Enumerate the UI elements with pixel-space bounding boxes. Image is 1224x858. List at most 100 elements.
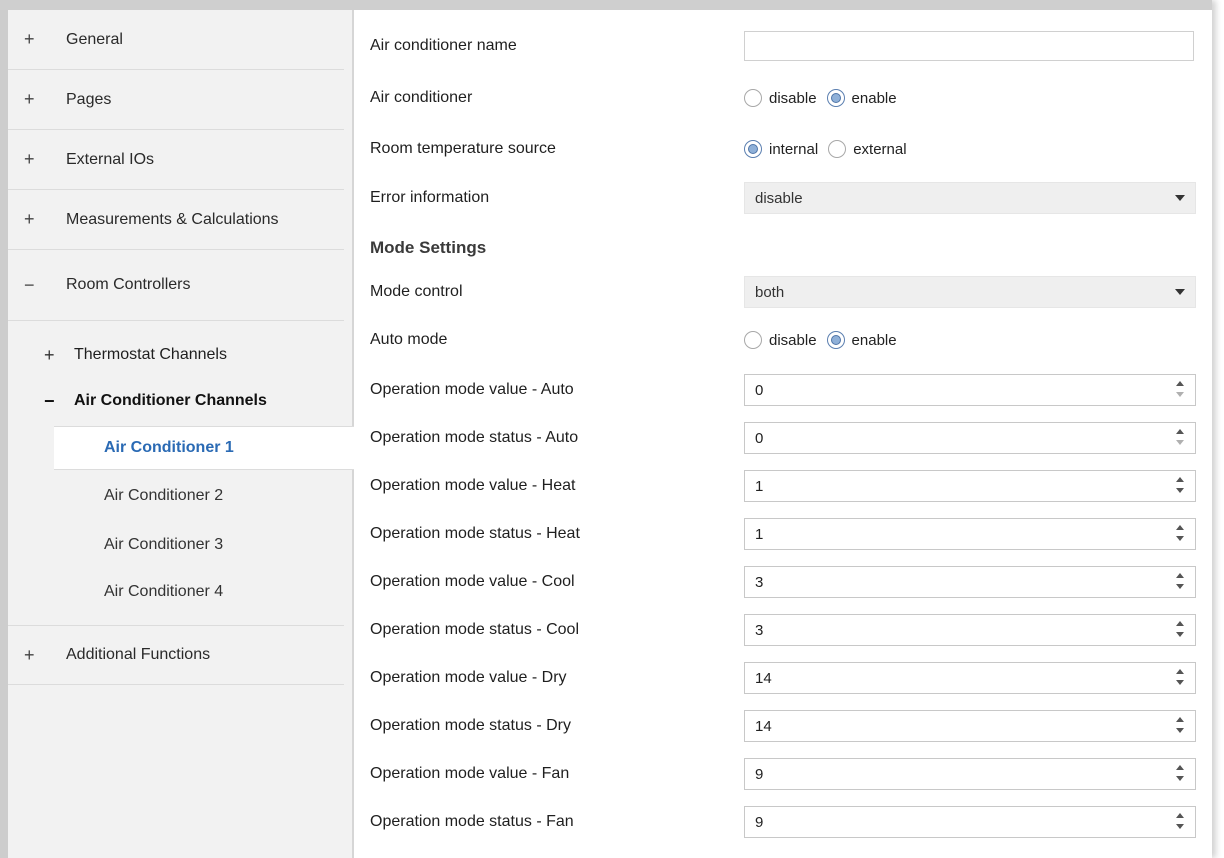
sidebar-item-label: Air Conditioner Channels: [74, 392, 267, 409]
sidebar-item-thermostat-channels[interactable]: + Thermostat Channels: [44, 340, 227, 370]
row-room-temperature-source: Room temperature source internal externa…: [370, 127, 1200, 171]
operation-mode-value-fan-spinbox[interactable]: 9: [744, 758, 1196, 790]
sidebar-item-pages[interactable]: + Pages: [8, 70, 344, 130]
mode-control-select[interactable]: both: [744, 276, 1196, 308]
sidebar-item-air-conditioner-channels[interactable]: − Air Conditioner Channels: [44, 386, 267, 416]
sidebar-item-measurements[interactable]: + Measurements & Calculations: [8, 190, 344, 250]
sidebar-item-label: External IOs: [66, 150, 155, 168]
spin-arrows-icon[interactable]: [1175, 621, 1185, 641]
radio-label: external: [853, 140, 907, 158]
operation-mode-value-cool-spinbox[interactable]: 3: [744, 566, 1196, 598]
spinbox-value: 0: [755, 429, 764, 447]
section-heading-mode-settings: Mode Settings: [370, 238, 487, 257]
radio-label: disable: [769, 331, 817, 349]
spinbox-value: 14: [755, 669, 772, 687]
air-conditioner-radio-group: disable enable: [744, 89, 907, 107]
air-conditioner-name-input[interactable]: [744, 31, 1194, 61]
radio-label: enable: [851, 331, 897, 349]
sidebar-item-label: Additional Functions: [66, 646, 211, 663]
radio-disable[interactable]: [744, 331, 762, 349]
collapse-icon: −: [44, 390, 55, 411]
expand-icon: +: [24, 149, 35, 169]
operation-mode-status-heat-spinbox[interactable]: 1: [744, 518, 1196, 550]
spin-arrows-icon[interactable]: [1175, 717, 1185, 737]
spin-arrows-icon[interactable]: [1175, 381, 1185, 401]
row-error-information: Error information disable: [370, 176, 1200, 220]
sidebar-item-label: Air Conditioner 2: [104, 487, 224, 504]
field-label: Operation mode value - Auto: [370, 381, 574, 398]
select-value: both: [755, 283, 785, 301]
spinbox-value: 1: [755, 477, 764, 495]
field-label: Air conditioner name: [370, 37, 517, 54]
spin-arrows-icon[interactable]: [1175, 477, 1185, 497]
row-mode-control: Mode control both: [370, 270, 1200, 314]
spin-arrows-icon[interactable]: [1175, 669, 1185, 689]
field-label: Mode control: [370, 283, 463, 300]
parameter-panel: Air conditioner name Air conditioner dis…: [354, 10, 1212, 858]
row-operation-mode-value-cool: Operation mode value - Cool 3: [370, 560, 1200, 604]
dropdown-arrow-icon: [1175, 195, 1185, 201]
sidebar-item-label: Room Controllers: [66, 276, 191, 293]
operation-mode-status-cool-spinbox[interactable]: 3: [744, 614, 1196, 646]
sidebar-item-air-conditioner-4[interactable]: Air Conditioner 4: [54, 570, 354, 614]
auto-mode-radio-group: disable enable: [744, 331, 907, 349]
window-top-border: [0, 0, 1212, 10]
operation-mode-status-auto-spinbox[interactable]: 0: [744, 422, 1196, 454]
operation-mode-status-dry-spinbox[interactable]: 14: [744, 710, 1196, 742]
field-label: Auto mode: [370, 331, 448, 348]
radio-enable[interactable]: [826, 331, 845, 349]
dropdown-arrow-icon: [1175, 289, 1185, 295]
spin-arrows-icon[interactable]: [1175, 765, 1185, 785]
sidebar-item-label: Air Conditioner 3: [104, 536, 224, 553]
row-operation-mode-status-heat: Operation mode status - Heat 1: [370, 512, 1200, 556]
radio-enable[interactable]: [826, 89, 845, 107]
operation-mode-value-auto-spinbox[interactable]: 0: [744, 374, 1196, 406]
field-label: Error information: [370, 189, 490, 206]
spin-arrows-icon[interactable]: [1175, 813, 1185, 833]
error-information-select[interactable]: disable: [744, 182, 1196, 214]
row-operation-mode-value-heat: Operation mode value - Heat 1: [370, 464, 1200, 508]
radio-internal[interactable]: [744, 140, 762, 158]
row-operation-mode-status-dry: Operation mode status - Dry 14: [370, 704, 1200, 748]
spin-arrows-icon[interactable]: [1175, 429, 1185, 449]
sidebar-item-label: Air Conditioner 1: [104, 439, 234, 456]
sidebar-item-external-ios[interactable]: + External IOs: [8, 130, 344, 190]
spinbox-value: 3: [755, 573, 764, 591]
spinbox-value: 14: [755, 717, 772, 735]
sidebar-item-room-controllers[interactable]: − Room Controllers: [8, 250, 344, 320]
field-label: Operation mode value - Cool: [370, 573, 575, 590]
field-label: Operation mode value - Fan: [370, 765, 570, 782]
spin-arrows-icon[interactable]: [1175, 525, 1185, 545]
spinbox-value: 9: [755, 813, 764, 831]
row-operation-mode-status-cool: Operation mode status - Cool 3: [370, 608, 1200, 652]
field-label: Operation mode status - Fan: [370, 813, 574, 830]
sidebar-item-label: Measurements & Calculations: [66, 210, 279, 228]
field-label: Air conditioner: [370, 89, 473, 106]
spin-arrows-icon[interactable]: [1175, 573, 1185, 593]
sidebar-item-air-conditioner-1[interactable]: Air Conditioner 1: [54, 426, 354, 470]
submenu-divider: [8, 320, 344, 322]
sidebar-item-label: Pages: [66, 90, 112, 108]
row-operation-mode-value-auto: Operation mode value - Auto 0: [370, 368, 1200, 412]
operation-mode-value-dry-spinbox[interactable]: 14: [744, 662, 1196, 694]
sidebar-item-label: General: [66, 30, 123, 48]
field-label: Operation mode status - Auto: [370, 429, 579, 446]
radio-disable[interactable]: [744, 89, 762, 107]
operation-mode-value-heat-spinbox[interactable]: 1: [744, 470, 1196, 502]
expand-icon: +: [24, 89, 35, 109]
spinbox-value: 9: [755, 765, 764, 783]
window-frame: + General + Pages + External IOs + Measu…: [0, 0, 1212, 858]
sidebar-item-air-conditioner-2[interactable]: Air Conditioner 2: [54, 474, 354, 518]
radio-external[interactable]: [828, 140, 847, 158]
expand-icon: +: [24, 209, 35, 229]
sidebar-item-additional-functions[interactable]: + Additional Functions: [8, 625, 344, 685]
field-label: Operation mode value - Dry: [370, 669, 567, 686]
select-value: disable: [755, 189, 803, 207]
radio-label: disable: [769, 89, 817, 107]
sidebar-item-air-conditioner-3[interactable]: Air Conditioner 3: [54, 523, 354, 567]
sidebar-item-general[interactable]: + General: [8, 10, 344, 70]
spinbox-value: 1: [755, 525, 764, 543]
field-label: Operation mode value - Heat: [370, 477, 576, 494]
spinbox-value: 0: [755, 381, 764, 399]
operation-mode-status-fan-spinbox[interactable]: 9: [744, 806, 1196, 838]
